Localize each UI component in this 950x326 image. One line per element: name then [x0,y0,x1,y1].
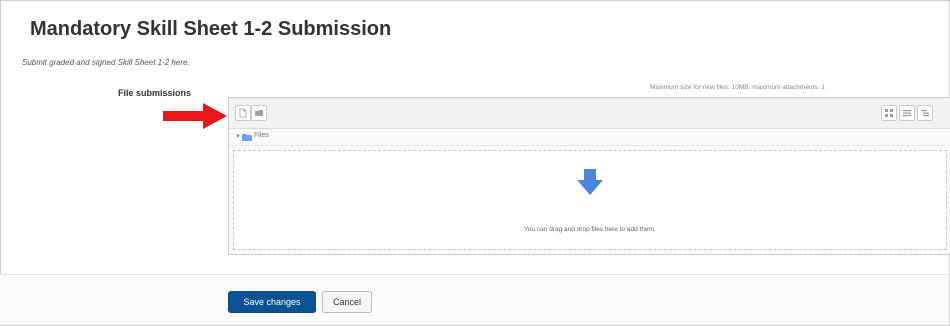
file-manager-toolbar [229,98,950,129]
view-tree-button[interactable] [917,105,933,121]
chevron-down-icon[interactable]: ▼ [235,133,241,141]
form-footer [0,275,948,325]
file-submissions-label: File submissions [118,88,192,98]
folder-icon [242,134,252,141]
view-icons-button[interactable] [881,105,897,121]
drop-instructions: You can drag and drop files here to add … [524,226,656,233]
add-file-icon [239,108,247,118]
down-arrow-icon [577,169,603,195]
drop-zone[interactable]: You can drag and drop files here to add … [233,150,947,250]
create-folder-button[interactable] [251,105,267,121]
add-file-button[interactable] [235,105,251,121]
intro-text: Submit graded and signed Skill Sheet 1-2… [22,58,190,67]
view-list-icon [903,110,911,117]
view-list-button[interactable] [899,105,915,121]
page-title: Mandatory Skill Sheet 1-2 Submission [30,18,392,40]
cancel-button[interactable]: Cancel [322,291,372,313]
view-icons-icon [885,109,893,117]
file-path-bar: ▼ Files [229,129,950,146]
file-limits-text: Maximum size for new files: 10MB, maximu… [650,84,825,91]
create-folder-icon [255,110,263,116]
save-changes-button[interactable]: Save changes [228,291,316,313]
view-tree-icon [921,110,929,117]
file-manager: ▼ Files You can drag and drop files here… [228,97,950,255]
red-arrow-icon [163,103,227,129]
path-files-label[interactable]: Files [254,132,269,139]
